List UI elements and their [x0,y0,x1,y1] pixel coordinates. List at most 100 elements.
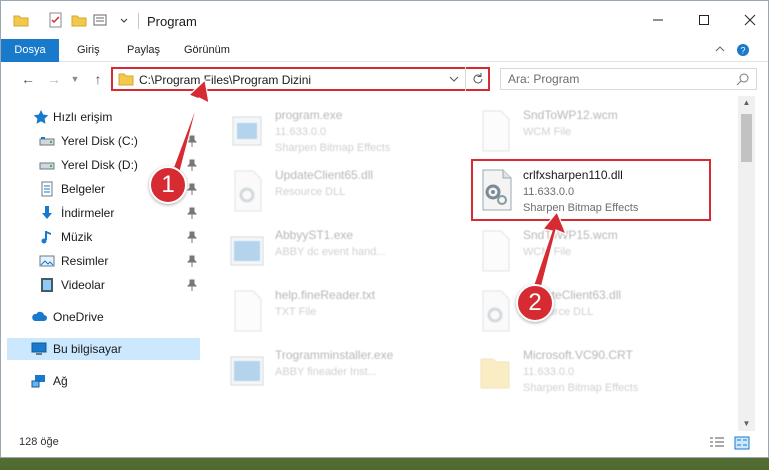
sidebar-item-this-pc[interactable]: Bu bilgisayar [7,338,200,360]
file-version: WCM File [523,246,572,258]
sidebar-item-quick-access[interactable]: Hızlı erişim [1,106,201,128]
help-icon[interactable]: ? [736,43,750,57]
music-icon [41,231,51,244]
annotation-badge-2: 2 [516,284,554,322]
file-version: WCM File [523,126,572,138]
documents-icon [41,181,53,197]
file-description: Sharpen Bitmap Effects [523,202,639,214]
tab-file[interactable]: Dosya [1,39,59,62]
details-view-icon[interactable] [709,436,725,450]
sidebar-item-videos[interactable]: Videolar [1,274,201,296]
scroll-up-icon[interactable]: ▲ [738,96,755,110]
chevron-down-icon[interactable] [119,12,129,28]
close-button[interactable] [727,1,768,39]
annotation-badge-1: 1 [149,166,187,204]
sidebar-item-label: İndirmeler [61,206,115,220]
sidebar-item-network[interactable]: Ağ [1,370,201,392]
sidebar-item-pictures[interactable]: Resimler [1,250,201,272]
file-tile[interactable]: Trogramminstaller.exe ABBY fineader Inst… [213,341,453,401]
downloads-icon [42,206,52,219]
sidebar-item-label: Bu bilgisayar [53,342,122,356]
pin-icon[interactable] [187,255,197,267]
file-name: AbbyyST1.exe [275,228,354,242]
tab-view[interactable]: Görünüm [184,39,230,62]
arrow-right-icon: → [47,71,61,87]
sidebar-item-label: Yerel Disk (D:) [61,158,138,172]
recent-locations-button[interactable]: ▼ [69,70,81,88]
pin-icon[interactable] [187,279,197,291]
file-tile[interactable]: SndToWP12.wcm WCM File [461,101,701,161]
exe-file-icon [232,116,262,146]
file-tile[interactable]: Microsoft.VC90.CRT 11.633.0.0 Sharpen Bi… [461,341,701,401]
customize-toolbar-icon[interactable] [93,12,109,28]
minimize-button[interactable] [635,1,681,39]
sidebar-item-downloads[interactable]: İndirmeler [1,202,201,224]
file-version: 11.633.0.0 [523,366,575,378]
file-description: Sharpen Bitmap Effects [523,382,639,394]
close-icon [744,14,756,26]
maximize-icon [699,15,709,25]
sidebar-item-label: Belgeler [61,182,106,196]
arrow-left-icon: ← [21,71,35,87]
file-tile-crlfxsharpen110[interactable]: crlfxsharpen110.dll 11.633.0.0 Sharpen B… [471,159,711,221]
file-tile[interactable]: program.exe 11.633.0.0 Sharpen Bitmap Ef… [213,101,453,161]
properties-icon[interactable] [48,12,64,28]
scroll-down-icon[interactable]: ▼ [738,417,755,431]
pin-icon[interactable] [187,135,197,147]
search-input[interactable]: Ara: Program [500,68,757,90]
text-file-icon [234,290,262,332]
address-dropdown-icon[interactable] [449,75,459,83]
minimize-icon [653,19,663,21]
up-button[interactable]: ↑ [89,70,107,88]
file-list: program.exe 11.633.0.0 Sharpen Bitmap Ef… [213,96,738,426]
address-bar[interactable]: C:\Program Files\Program Dizini [111,67,490,91]
svg-text:?: ? [740,46,745,56]
file-tile[interactable]: AbbyyST1.exe ABBY dc event hand... [213,221,453,281]
sidebar-item-music[interactable]: Müzik [1,226,201,248]
back-button[interactable]: ← [19,70,37,88]
dll-file-icon [482,290,510,332]
search-placeholder: Ara: Program [508,72,580,86]
dll-file-icon [234,170,262,212]
file-tile[interactable]: SndToWP15.wcm WCM File [461,221,701,281]
star-icon [33,110,49,124]
maximize-button[interactable] [681,1,727,39]
chevron-down-icon: ▼ [70,74,80,84]
new-folder-icon[interactable] [71,12,87,28]
refresh-icon[interactable] [471,72,485,86]
tiles-view-icon[interactable] [734,436,750,450]
pin-icon[interactable] [187,159,197,171]
file-tile[interactable]: UpdateClient65.dll Resource DLL [213,161,453,221]
search-icon [736,73,749,86]
file-version: Resource DLL [275,186,346,198]
wcm-file-icon [482,230,510,272]
vertical-scrollbar[interactable]: ▲ ▼ [738,96,755,431]
file-tile[interactable]: UpdateClient63.dll Resource DLL [461,281,701,341]
explorer-window: Program Dosya Giriş Paylaş Görünüm ? ← →… [0,0,769,458]
title-bar: Program [1,1,768,39]
exe-file-icon [230,356,264,386]
expand-ribbon-icon[interactable] [713,43,727,57]
sidebar-item-onedrive[interactable]: OneDrive [1,306,201,328]
folder-icon [118,73,134,86]
pin-icon[interactable] [187,207,197,219]
sidebar-item-label: Resimler [61,254,109,268]
scrollbar-thumb[interactable] [741,114,752,162]
cloud-icon [32,311,47,321]
tab-home[interactable]: Giriş [77,39,100,62]
file-tile[interactable]: help.fineReader.txt TXT File [213,281,453,341]
sidebar-item-label: Yerel Disk (C:) [61,134,138,148]
file-version: 11.633.0.0 [523,186,575,198]
forward-button[interactable]: → [45,70,63,88]
folder-file-icon [480,358,510,389]
ribbon-tabs: Dosya Giriş Paylaş Görünüm ? [1,39,768,62]
file-version: ABBY fineader Inst... [275,366,377,378]
item-count: 128 öğe [19,436,59,448]
pin-icon[interactable] [187,183,197,195]
sidebar-item-label: OneDrive [53,310,104,324]
file-description: Sharpen Bitmap Effects [275,142,391,154]
sidebar-item-label: Videolar [61,278,105,292]
tab-share[interactable]: Paylaş [127,39,160,62]
sidebar-item-local-disk-c[interactable]: Yerel Disk (C:) [1,130,201,152]
pin-icon[interactable] [187,231,197,243]
